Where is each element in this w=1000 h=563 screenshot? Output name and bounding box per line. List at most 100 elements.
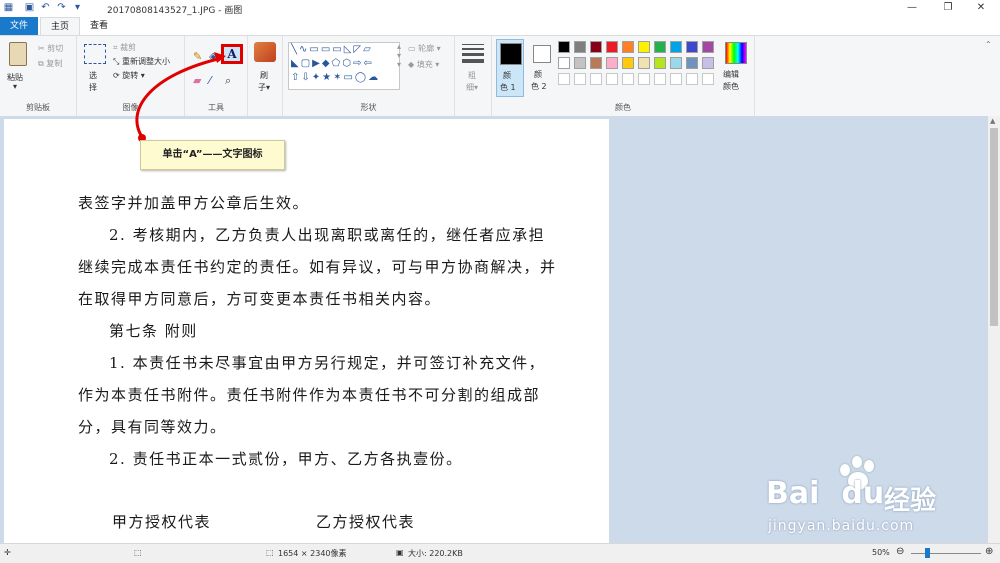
crop-icon: ⌗ bbox=[113, 43, 118, 52]
resize-button[interactable]: ⤡ 重新调整大小 bbox=[113, 56, 170, 67]
color-swatch[interactable] bbox=[590, 41, 602, 53]
custom-color-slot[interactable] bbox=[606, 73, 618, 85]
instruction-callout: 单击“A”——文字图标 bbox=[140, 140, 285, 170]
zoom-slider[interactable] bbox=[911, 548, 981, 558]
tools-group-label: 工具 bbox=[208, 103, 224, 112]
custom-color-slot[interactable] bbox=[686, 73, 698, 85]
color-swatch[interactable] bbox=[574, 57, 586, 69]
brushes-button[interactable]: 刷 子▾ bbox=[252, 42, 278, 98]
ribbon-tabs: 文件 主页 查看 bbox=[0, 17, 1000, 36]
zoom-slider-thumb[interactable] bbox=[925, 548, 930, 558]
text-tool-button[interactable]: A bbox=[221, 44, 243, 64]
doc-line: 2. 责任书正本一式贰份，甲方、乙方各执壹份。 bbox=[109, 450, 463, 468]
custom-color-slot[interactable] bbox=[558, 73, 570, 85]
tab-view[interactable]: 查看 bbox=[80, 17, 118, 35]
color-swatch[interactable] bbox=[686, 41, 698, 53]
resize-icon: ⤡ bbox=[113, 57, 120, 66]
zoom-out-icon[interactable]: ⊖ bbox=[896, 546, 904, 557]
custom-color-slot[interactable] bbox=[622, 73, 634, 85]
color-swatch[interactable] bbox=[590, 57, 602, 69]
custom-color-slot[interactable] bbox=[590, 73, 602, 85]
color1-swatch bbox=[500, 43, 522, 65]
shapes-gallery[interactable]: ╲∿▭▭▭◺◸▱ ◣▢▶◆⬠⬡⇨⇦ ⇧⇩✦★✶▭◯☁ bbox=[288, 42, 400, 90]
fill-button[interactable]: ◆ 填充 ▾ bbox=[408, 59, 439, 70]
text-icon: A bbox=[227, 47, 237, 61]
scissors-icon: ✂ bbox=[38, 44, 45, 53]
eraser-icon[interactable]: ▰ bbox=[193, 74, 201, 87]
color-swatch[interactable] bbox=[702, 57, 714, 69]
color-swatch[interactable] bbox=[606, 57, 618, 69]
edit-colors-button[interactable]: 编辑 颜色 bbox=[720, 39, 750, 97]
doc-line: 表签字并加盖甲方公章后生效。 bbox=[78, 194, 310, 212]
customize-quick-access-icon[interactable]: ▾ bbox=[72, 2, 83, 14]
selection-size-icon: ⬚ bbox=[134, 548, 142, 557]
shapes-group: ╲∿▭▭▭◺◸▱ ◣▢▶◆⬠⬡⇨⇦ ⇧⇩✦★✶▭◯☁ ▴ ▾ ▾ ▭ 轮廓 ▾ ◆ … bbox=[283, 36, 455, 116]
magnifier-icon[interactable]: ⌕ bbox=[225, 74, 231, 88]
close-button[interactable]: ✕ bbox=[966, 0, 996, 17]
cursor-position-icon: ✛ bbox=[4, 548, 11, 557]
clipboard-group: 粘贴 ▾ ✂ 剪切 ⧉ 复制 剪贴板 bbox=[0, 36, 77, 116]
image-dimensions-icon: ⬚ bbox=[266, 548, 274, 557]
tab-home[interactable]: 主页 bbox=[40, 17, 80, 36]
outline-button[interactable]: ▭ 轮廓 ▾ bbox=[408, 43, 441, 54]
outline-icon: ▭ bbox=[408, 44, 416, 53]
shapes-scroll-icon[interactable]: ▴ ▾ ▾ bbox=[397, 42, 401, 69]
custom-color-slot[interactable] bbox=[670, 73, 682, 85]
color-swatch[interactable] bbox=[638, 41, 650, 53]
cut-button[interactable]: ✂ 剪切 bbox=[38, 43, 63, 54]
rotate-button[interactable]: ⟳ 旋转 ▾ bbox=[113, 70, 145, 81]
collapse-ribbon-icon[interactable]: ⌃ bbox=[985, 40, 992, 49]
scroll-up-icon[interactable]: ▲ bbox=[990, 117, 995, 125]
color-swatch[interactable] bbox=[670, 41, 682, 53]
color-picker-icon[interactable]: ⁄ bbox=[209, 74, 211, 87]
color-swatch[interactable] bbox=[622, 41, 634, 53]
color2-swatch bbox=[533, 45, 551, 63]
custom-color-slot[interactable] bbox=[654, 73, 666, 85]
select-button[interactable]: 选 择 bbox=[81, 42, 107, 94]
color-swatch[interactable] bbox=[606, 41, 618, 53]
color-swatch[interactable] bbox=[686, 57, 698, 69]
minimize-button[interactable]: — bbox=[897, 0, 927, 17]
redo-icon[interactable]: ↷ bbox=[56, 2, 67, 14]
title-bar: ▦ ▣ ↶ ↷ ▾ 20170808143527_1.JPG - 画图 — ❐ … bbox=[0, 0, 1000, 18]
color2-button[interactable]: 颜 色 2 bbox=[528, 39, 554, 97]
selection-icon bbox=[84, 44, 106, 64]
clipboard-group-label: 剪贴板 bbox=[26, 103, 50, 112]
paint-app-icon[interactable]: ▦ bbox=[3, 2, 14, 14]
clipboard-icon bbox=[9, 42, 27, 66]
vertical-scrollbar[interactable]: ▲ bbox=[988, 116, 1000, 543]
undo-icon[interactable]: ↶ bbox=[40, 2, 51, 14]
color-swatch[interactable] bbox=[558, 57, 570, 69]
paste-button[interactable]: 粘贴 ▾ bbox=[4, 42, 32, 94]
custom-color-slot[interactable] bbox=[574, 73, 586, 85]
image-group-label: 图像 bbox=[122, 103, 139, 112]
canvas-area[interactable]: 表签字并加盖甲方公章后生效。 2. 考核期内，乙方负责人出现离职或离任的，继任者… bbox=[0, 116, 988, 543]
color-swatch[interactable] bbox=[638, 57, 650, 69]
size-button[interactable]: 粗 细▾ bbox=[460, 42, 486, 98]
shapes-group-label: 形状 bbox=[360, 103, 377, 112]
zoom-in-icon[interactable]: ⊕ bbox=[985, 546, 993, 557]
custom-color-slot[interactable] bbox=[702, 73, 714, 85]
size-group: 粗 细▾ bbox=[455, 36, 492, 116]
color-swatch[interactable] bbox=[670, 57, 682, 69]
image-canvas[interactable]: 表签字并加盖甲方公章后生效。 2. 考核期内，乙方负责人出现离职或离任的，继任者… bbox=[4, 119, 609, 543]
color-swatch[interactable] bbox=[558, 41, 570, 53]
line-width-icon bbox=[462, 44, 484, 63]
restore-button[interactable]: ❐ bbox=[933, 0, 963, 17]
save-icon[interactable]: ▣ bbox=[24, 2, 35, 14]
doc-line: 作为本责任书附件。责任书附件作为本责任书不可分割的组成部 bbox=[78, 386, 541, 404]
color-swatch[interactable] bbox=[574, 41, 586, 53]
tools-group: ✎ ◈ A ▰ ⁄ ⌕ 工具 bbox=[185, 36, 248, 116]
color1-button[interactable]: 颜 色 1 bbox=[496, 39, 524, 97]
color-swatch[interactable] bbox=[654, 57, 666, 69]
fill-bucket-icon[interactable]: ◈ bbox=[209, 50, 217, 63]
scrollbar-thumb[interactable] bbox=[990, 128, 998, 326]
color-swatch[interactable] bbox=[654, 41, 666, 53]
tab-file[interactable]: 文件 bbox=[0, 17, 38, 35]
color-swatch[interactable] bbox=[622, 57, 634, 69]
custom-color-slot[interactable] bbox=[638, 73, 650, 85]
pencil-icon[interactable]: ✎ bbox=[193, 50, 202, 63]
crop-button[interactable]: ⌗ 裁剪 bbox=[113, 42, 136, 53]
copy-button[interactable]: ⧉ 复制 bbox=[38, 58, 62, 69]
color-swatch[interactable] bbox=[702, 41, 714, 53]
